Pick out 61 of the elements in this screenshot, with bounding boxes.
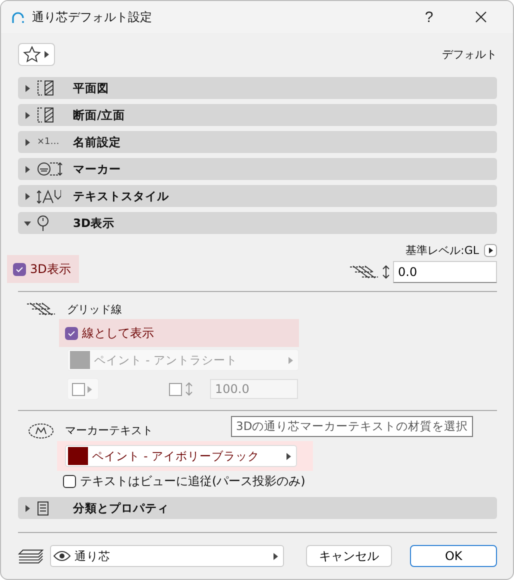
layers-icon — [18, 548, 44, 564]
arrow-button-icon[interactable] — [484, 244, 497, 257]
document-icon — [37, 500, 49, 516]
grid-line-title: グリッド線 — [67, 302, 123, 317]
marker-icon — [37, 162, 63, 176]
text-style-icon — [37, 188, 61, 204]
check-icon — [67, 328, 76, 338]
check-icon — [15, 264, 24, 274]
section-header[interactable]: 平面図 — [18, 77, 497, 99]
preset-name: デフォルト — [442, 47, 497, 62]
tooltip: 3Dの通り芯マーカーテキストの材質を選択 — [231, 416, 474, 437]
app-logo-icon — [11, 10, 24, 24]
section-header[interactable]: 3D表示 — [18, 212, 497, 234]
caret-icon — [285, 452, 292, 460]
window-title: 通り芯デフォルト設定 — [32, 8, 153, 26]
checkbox[interactable] — [63, 474, 76, 488]
expand-caret-icon — [24, 138, 31, 146]
collapse-caret-icon — [24, 220, 31, 226]
cancel-button[interactable]: キャンセル — [306, 545, 392, 567]
caret-icon — [86, 386, 93, 392]
expand-caret-icon — [24, 166, 31, 172]
expand-caret-icon — [24, 84, 31, 92]
caret-icon — [287, 356, 294, 364]
expand-caret-icon — [24, 112, 31, 118]
show-3d-checkbox[interactable]: 3D表示 — [7, 255, 79, 283]
expand-caret-icon — [24, 504, 31, 512]
floor-plan-icon — [37, 80, 55, 96]
star-icon — [23, 46, 41, 63]
section-header[interactable]: テキストスタイル — [18, 185, 497, 207]
checkbox[interactable] — [13, 262, 26, 276]
paint-dropdown[interactable]: ペイント - アイボリーブラック — [65, 445, 297, 467]
caret-icon — [272, 552, 279, 560]
eye-icon — [52, 550, 71, 562]
elevation-field[interactable]: 0.0 — [393, 261, 497, 283]
height-arrow-icon — [382, 265, 390, 279]
favorites-button[interactable] — [18, 43, 55, 66]
height-arrow-icon — [184, 382, 194, 396]
marker-text-title: マーカーテキスト — [65, 423, 153, 438]
pen-button[interactable] — [67, 378, 99, 400]
close-icon — [475, 11, 487, 23]
pin-icon — [37, 215, 49, 231]
square-icon — [72, 382, 85, 396]
ok-button[interactable]: OK — [410, 545, 497, 567]
layer-dropdown[interactable]: 通り芯 — [50, 545, 284, 567]
section-header[interactable]: ×1… 名前設定 — [18, 131, 497, 153]
floor-plan-icon — [37, 107, 55, 123]
expand-caret-icon — [24, 192, 31, 200]
section-header[interactable]: 断面/立面 — [18, 104, 497, 126]
checkbox-icon — [169, 382, 182, 396]
section-header[interactable]: 分類とプロパティ — [18, 497, 497, 519]
level-hatch-icon — [349, 265, 379, 279]
naming-icon: ×1… — [37, 137, 60, 147]
help-button[interactable]: ? — [407, 3, 451, 31]
caret-icon — [43, 51, 50, 58]
show-as-line-checkbox[interactable]: 線として表示 — [59, 319, 299, 347]
reference-level-label: 基準レベル:GL — [406, 243, 479, 258]
follow-view-checkbox[interactable]: テキストはビューに追従(パース投影のみ) — [57, 471, 314, 491]
grid-line-icon — [26, 302, 56, 316]
checkbox[interactable] — [65, 326, 78, 340]
marker-text-icon — [28, 423, 54, 439]
section-header[interactable]: マーカー — [18, 158, 497, 180]
